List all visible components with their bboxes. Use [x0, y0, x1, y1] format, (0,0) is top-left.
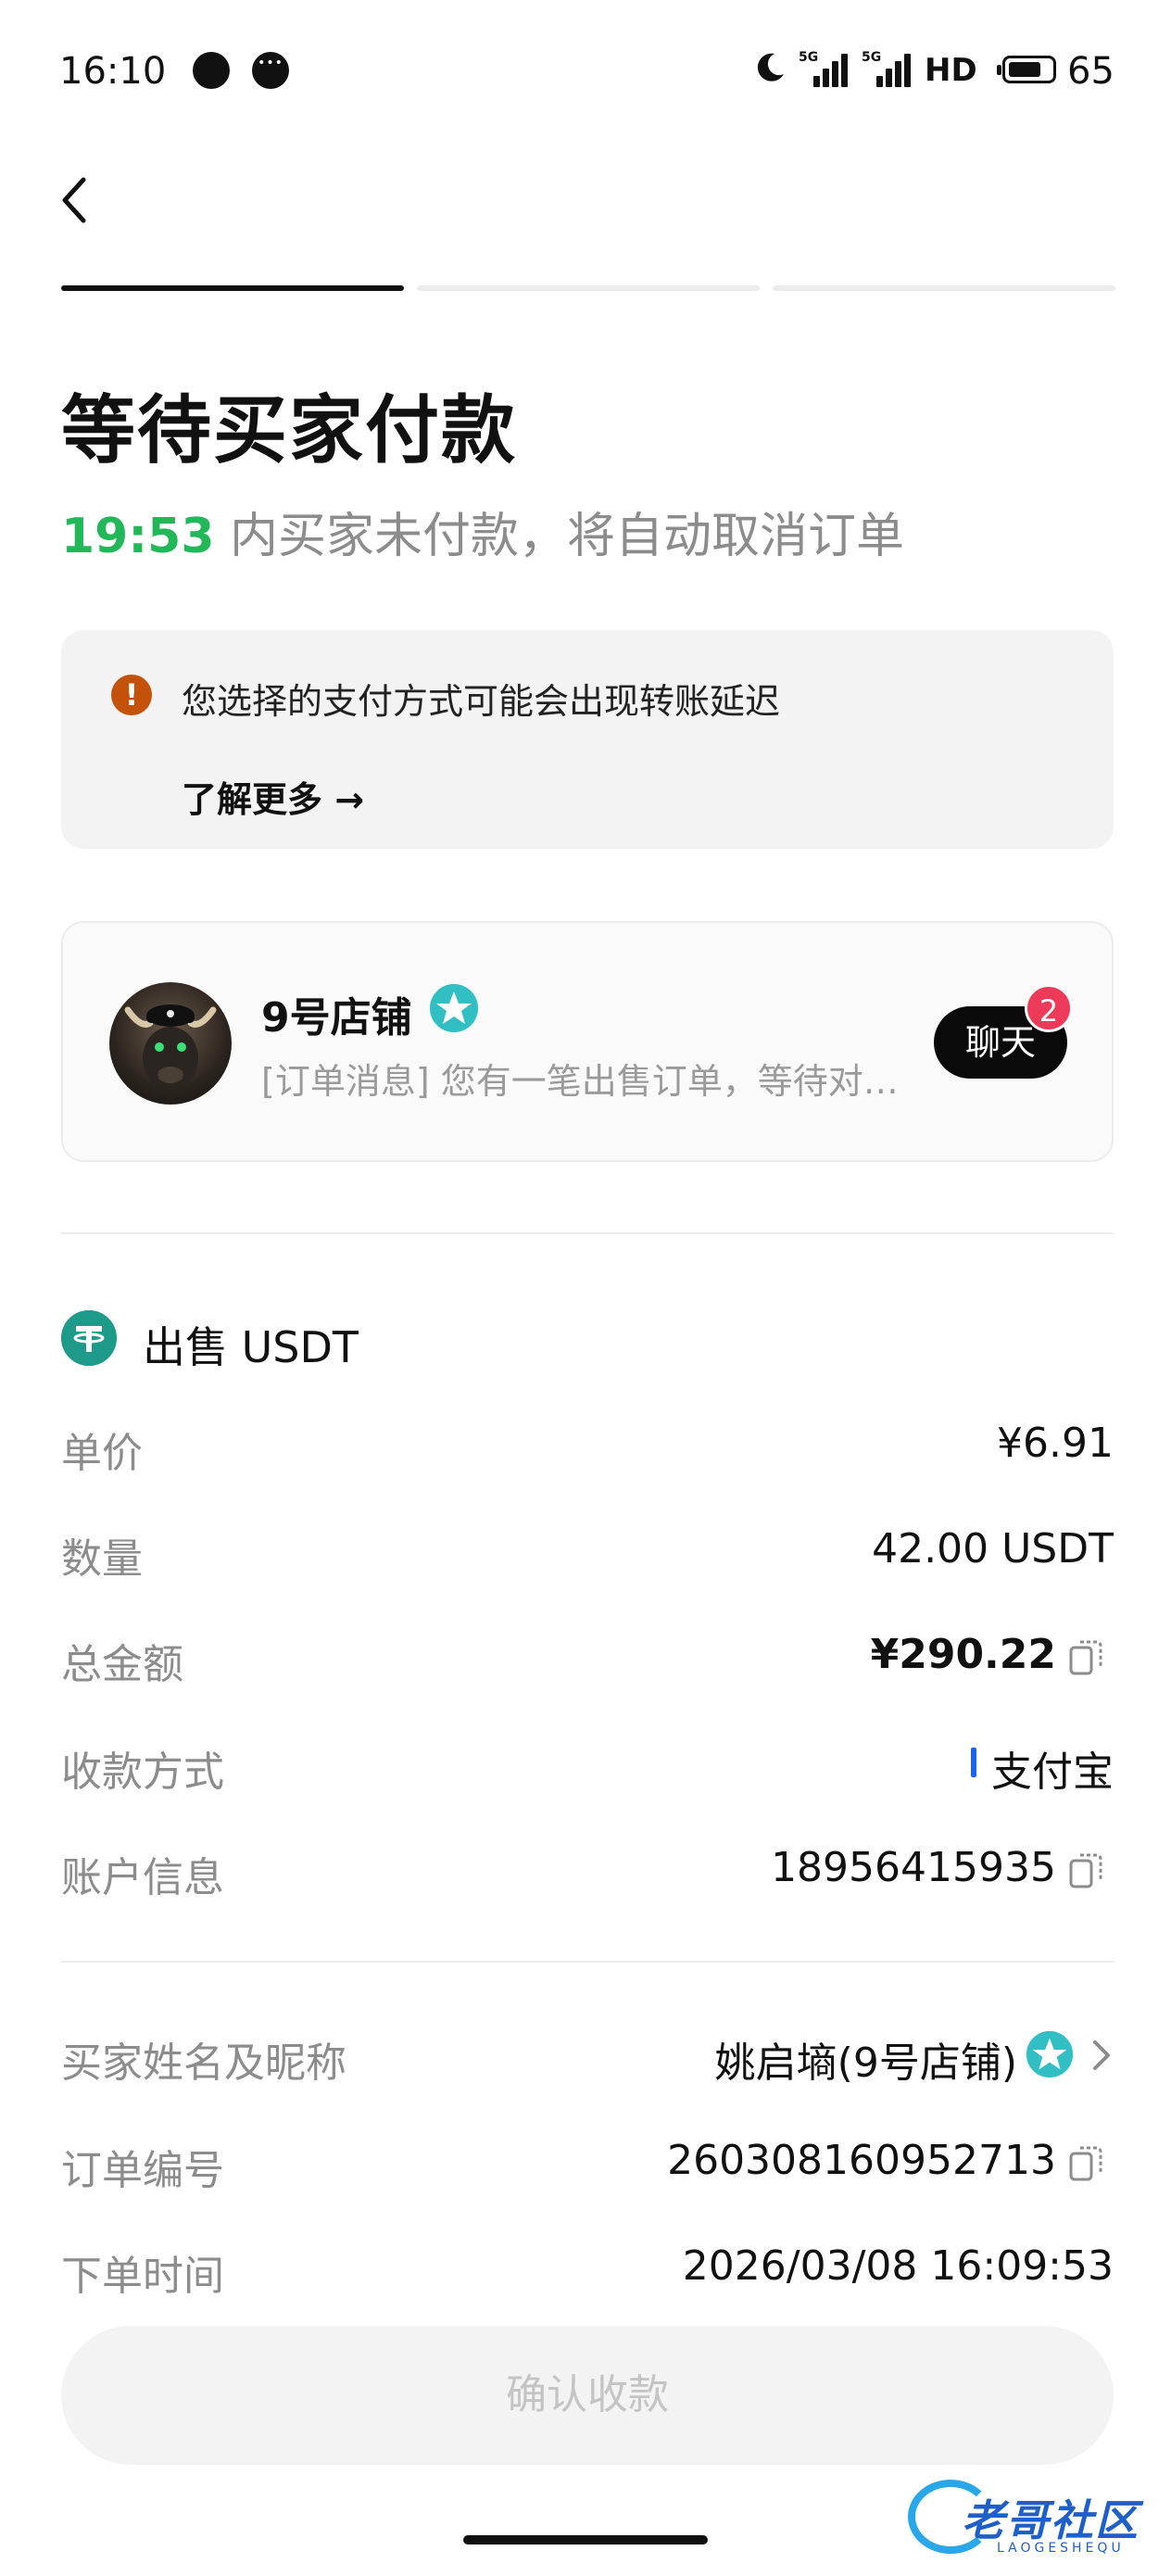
countdown-timer: 19:53	[61, 509, 215, 564]
verified-star-icon	[430, 984, 478, 1032]
watermark-text: 老哥社区	[962, 2495, 1140, 2545]
store-avatar	[109, 982, 232, 1105]
store-name: 9号店铺	[261, 994, 412, 1042]
copy-icon[interactable]	[1067, 2142, 1104, 2185]
countdown-suffix: 内买家未付款，将自动取消订单	[214, 509, 905, 564]
last-message-preview: [订单消息] 您有一笔出售订单，等待对方付款	[261, 1061, 928, 1102]
account-info-row: 账户信息 18956415935	[61, 1837, 1114, 1901]
order-type: 出售 USDT	[143, 1322, 359, 1372]
signal-5g-icon: 5G	[799, 50, 848, 87]
total-amount-value: ¥290.22	[870, 1631, 1056, 1678]
step-indicator-2	[417, 285, 760, 291]
buyer-name-label: 买家姓名及昵称	[61, 2039, 346, 2087]
warning-icon: !	[111, 675, 152, 715]
order-page: 16:10 5G 5G HD 65 等待买家付款 19:	[0, 0, 1171, 2576]
account-info-value: 18956415935	[771, 1844, 1056, 1891]
bull-avatar-icon	[124, 1004, 217, 1090]
verified-star-icon	[1026, 2030, 1074, 2078]
payment-method-row: 收款方式 支付宝	[61, 1731, 1114, 1796]
payment-delay-notice: ! 您选择的支付方式可能会出现转账延迟 了解更多 →	[61, 630, 1114, 849]
quantity-row: 数量 42.00 USDT	[61, 1518, 1114, 1583]
section-divider-2	[61, 1961, 1114, 1963]
step-indicator-1	[61, 285, 404, 291]
order-id-row: 订单编号 260308160952713	[61, 2129, 1114, 2194]
payment-method-label: 收款方式	[61, 1749, 224, 1796]
usdt-icon	[61, 1310, 117, 1366]
order-time-label: 下单时间	[61, 2253, 224, 2300]
home-indicator[interactable]	[463, 2535, 708, 2544]
copy-icon[interactable]	[1067, 1636, 1104, 1679]
battery-level: 65	[1067, 50, 1114, 93]
order-time-value: 2026/03/08 16:09:53	[682, 2242, 1114, 2290]
order-id-label: 订单编号	[61, 2147, 224, 2194]
buyer-name-row[interactable]: 买家姓名及昵称 姚启墒(9号店铺)	[61, 2022, 1114, 2087]
notice-text: 您选择的支付方式可能会出现转账延迟	[182, 681, 781, 722]
quantity-label: 数量	[61, 1535, 143, 1583]
unit-price-row: 单价 ¥6.91	[61, 1412, 1114, 1477]
watermark-subtext: LAOGESHEQU	[997, 2541, 1125, 2556]
page-title: 等待买家付款	[61, 387, 517, 474]
chevron-right-icon[interactable]	[1089, 2037, 1114, 2074]
section-divider	[61, 1232, 1114, 1234]
signal-label-2: 5G	[862, 50, 882, 65]
step-indicator-3	[773, 285, 1115, 291]
quantity-value: 42.00 USDT	[872, 1525, 1114, 1572]
buyer-name-value: 姚启墒(9号店铺)	[714, 2039, 1017, 2087]
confirm-receipt-button[interactable]: 确认收款	[61, 2326, 1114, 2465]
battery-icon	[997, 56, 1056, 83]
status-time: 16:10	[59, 50, 167, 93]
payment-method-value: 支付宝	[991, 1749, 1114, 1796]
order-time-row: 下单时间 2026/03/08 16:09:53	[61, 2235, 1114, 2300]
hd-voice-icon: HD	[925, 52, 977, 89]
copy-icon[interactable]	[1067, 1850, 1104, 1892]
learn-more-link[interactable]: 了解更多 →	[182, 771, 364, 822]
total-amount-label: 总金额	[61, 1641, 183, 1688]
store-chat-card[interactable]: 9号店铺 [订单消息] 您有一笔出售订单，等待对方付款 聊天 2	[61, 921, 1114, 1162]
unread-badge: 2	[1025, 984, 1073, 1032]
alipay-marker-icon	[971, 1748, 976, 1777]
order-id-value: 260308160952713	[667, 2137, 1056, 2184]
signal-label: 5G	[799, 50, 819, 65]
countdown-text: 19:53 内买家未付款，将自动取消订单	[61, 497, 904, 566]
unit-price-value: ¥6.91	[997, 1420, 1114, 1467]
back-button[interactable]	[54, 170, 94, 230]
more-notification-icon	[252, 52, 289, 89]
watermark-logo: 老哥社区 LAOGESHEQU	[908, 2469, 1158, 2561]
signal-5g-icon-2: 5G	[862, 50, 911, 87]
total-amount-row: 总金额 ¥290.22	[61, 1623, 1114, 1688]
account-info-label: 账户信息	[61, 1854, 224, 1901]
message-notification-icon	[193, 52, 230, 89]
status-bar: 16:10 5G 5G HD 65	[0, 0, 1171, 139]
do-not-disturb-icon	[757, 53, 784, 82]
unit-price-label: 单价	[61, 1430, 143, 1477]
